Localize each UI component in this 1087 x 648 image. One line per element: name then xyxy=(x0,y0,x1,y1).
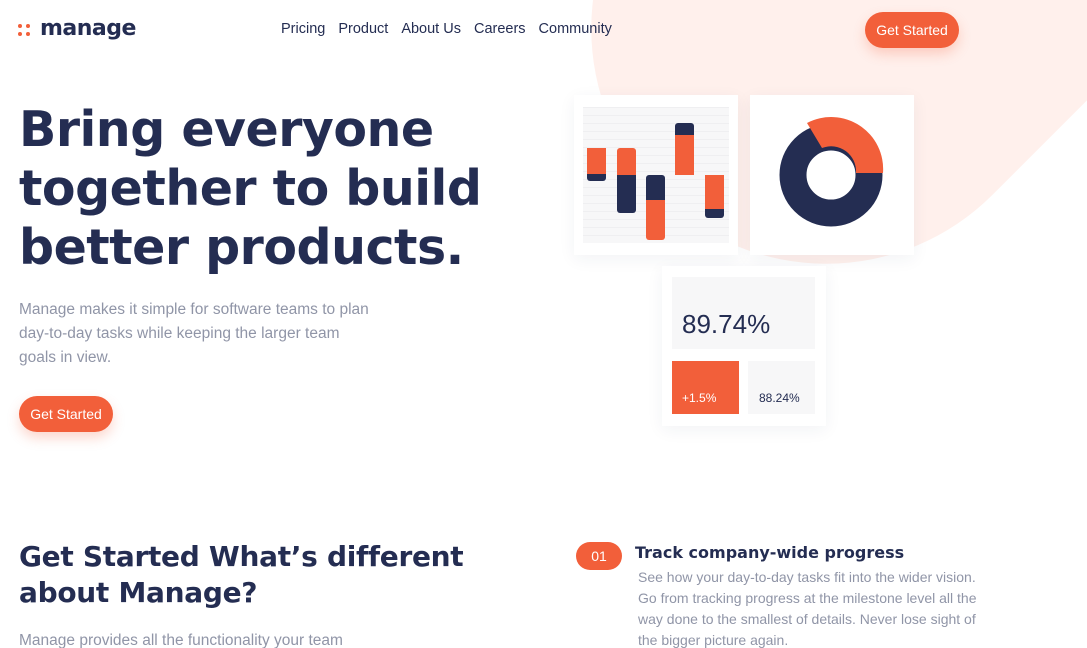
stats-card: 89.74% +1.5% 88.24% xyxy=(662,266,826,426)
bar-segment xyxy=(587,174,606,181)
stat-change-value: +1.5% xyxy=(682,391,717,405)
stat-main-value: 89.74% xyxy=(682,309,771,339)
header-get-started-button[interactable]: Get Started xyxy=(865,12,959,48)
bar-chart-graphic xyxy=(583,107,729,243)
nav-link-product[interactable]: Product xyxy=(338,21,388,37)
donut-chart-card xyxy=(750,95,914,255)
features-section-title: Get Started What’s different about Manag… xyxy=(19,540,464,609)
bar-segment xyxy=(646,175,665,200)
stat-change-panel xyxy=(672,361,739,414)
nav-link-careers[interactable]: Careers xyxy=(474,21,526,37)
features-section-description: Manage provides all the functionality yo… xyxy=(19,632,343,648)
bar-segment xyxy=(705,209,724,218)
bar-segment xyxy=(646,200,665,240)
nav-link-about-us[interactable]: About Us xyxy=(401,21,461,37)
stat-secondary-panel xyxy=(748,361,815,414)
bar-segment xyxy=(705,175,724,209)
hero-description: Manage makes it simple for software team… xyxy=(19,301,369,366)
nav-link-community[interactable]: Community xyxy=(539,21,612,37)
bar-segment xyxy=(675,135,694,175)
bar-segment xyxy=(617,175,636,213)
bar-segment xyxy=(617,148,636,175)
nav-link-pricing[interactable]: Pricing xyxy=(281,21,325,37)
logo[interactable]: manage xyxy=(18,16,136,41)
bar-segment xyxy=(675,123,694,135)
hero-title: Bring everyone together to build better … xyxy=(19,101,482,276)
bar-segment xyxy=(587,148,606,174)
hero-get-started-button[interactable]: Get Started xyxy=(19,396,113,432)
feature-title: Track company-wide progress xyxy=(635,543,905,562)
bar-chart-card xyxy=(574,95,738,255)
logo-dots-icon xyxy=(18,22,32,36)
main-nav: Pricing Product About Us Careers Communi… xyxy=(281,21,612,37)
feature-description: See how your day-to-day tasks fit into t… xyxy=(638,569,977,648)
donut-chart-graphic xyxy=(779,117,884,227)
logo-text: manage xyxy=(40,16,136,41)
feature-number-badge: 01 xyxy=(576,542,622,570)
stat-secondary-value: 88.24% xyxy=(759,391,800,405)
